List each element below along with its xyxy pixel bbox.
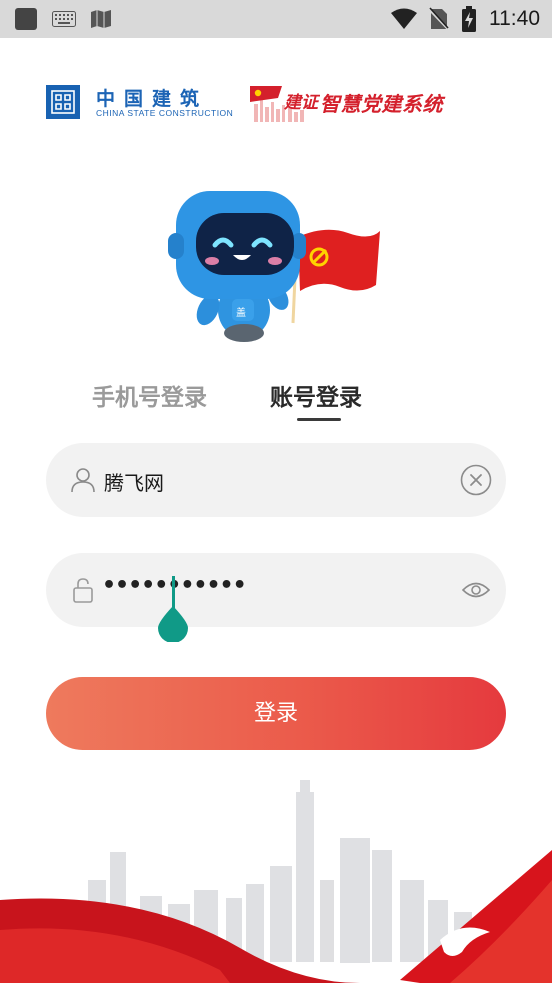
login-method-tabs: 手机号登录 账号登录 [0, 378, 552, 428]
brand-header: 中国建筑 CHINA STATE CONSTRUCTION 建证 智慧党建系统 [46, 82, 506, 126]
username-value[interactable]: 腾飞网 [104, 467, 164, 496]
logo-wordmark: 建证 [283, 93, 320, 113]
text-cursor [172, 576, 175, 608]
eye-icon[interactable] [462, 579, 490, 601]
username-field[interactable]: 腾飞网 [46, 443, 506, 517]
app-square-icon [15, 8, 37, 30]
company-name-en: CHINA STATE CONSTRUCTION [96, 108, 234, 118]
status-bar: 11:40 [0, 0, 552, 38]
battery-charging-icon [462, 6, 476, 32]
user-icon [71, 468, 95, 493]
wifi-icon [391, 8, 417, 29]
lock-icon [73, 578, 93, 603]
keyboard-icon [52, 11, 76, 27]
no-sim-icon [429, 7, 449, 31]
company-name-cn: 中国建筑 [96, 88, 209, 110]
city-skyline-background [0, 780, 552, 983]
active-tab-indicator [297, 418, 341, 421]
robot-mascot-image: 盖 [168, 191, 380, 342]
map-icon [91, 10, 111, 28]
tab-account-login[interactable]: 账号登录 [270, 378, 362, 412]
login-button[interactable]: 登录 [46, 677, 506, 750]
svg-text:盖: 盖 [236, 306, 246, 319]
party-building-logo: 建证 [248, 82, 320, 124]
status-time: 11:40 [489, 7, 540, 30]
clear-circle-icon[interactable] [460, 464, 492, 496]
password-field[interactable]: ••••••••••• [46, 553, 506, 627]
system-name: 智慧党建系统 [320, 92, 443, 116]
tab-phone-login[interactable]: 手机号登录 [92, 378, 207, 412]
cscec-logo [46, 85, 80, 119]
cursor-handle[interactable] [158, 606, 188, 642]
